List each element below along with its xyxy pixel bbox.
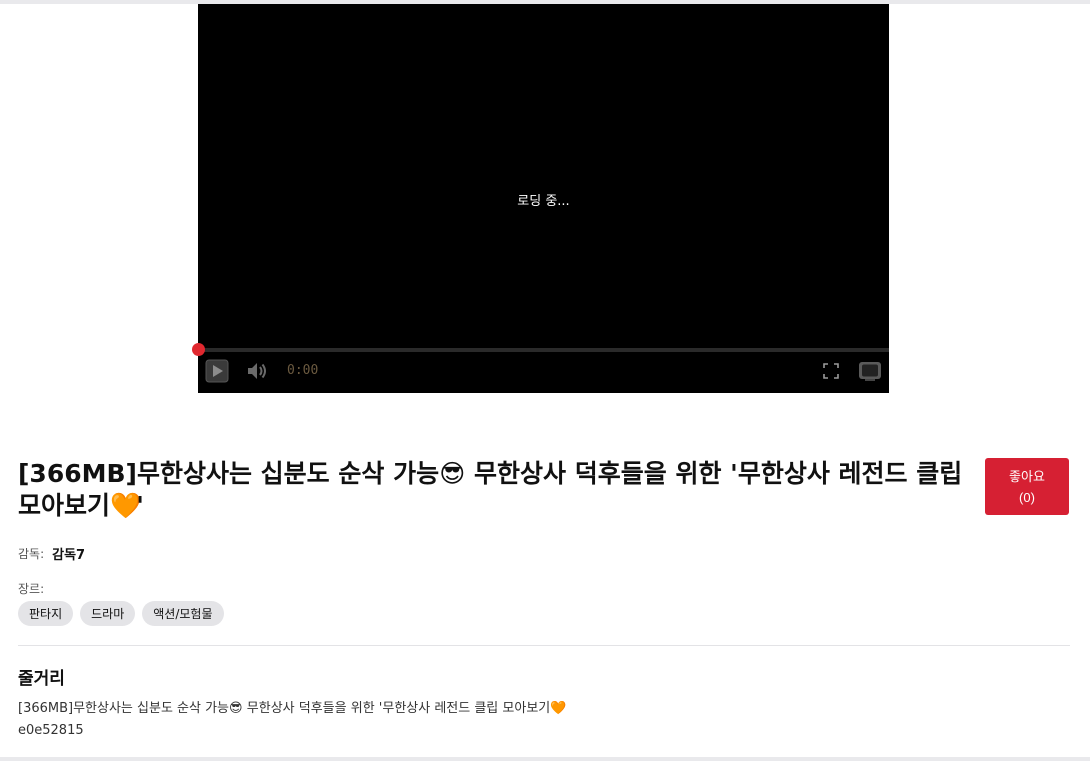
director-label: 감독:	[18, 547, 45, 561]
progress-handle[interactable]	[192, 343, 205, 356]
loading-text: 로딩 중...	[517, 194, 570, 209]
page-card: 로딩 중... 0:00 [366MB]무한상사는 십분도 순삭 가능😎 무한상…	[0, 4, 1090, 757]
genre-chip[interactable]: 판타지	[18, 601, 74, 626]
like-label: 좋아요	[1009, 468, 1045, 484]
genre-label: 장르:	[18, 582, 45, 596]
like-count: (0)	[1019, 489, 1035, 505]
video-player[interactable]: 로딩 중... 0:00	[192, 4, 889, 393]
fullscreen-icon	[820, 360, 842, 382]
synopsis-heading: 줄거리	[18, 669, 65, 689]
fullscreen-button[interactable]	[820, 359, 842, 383]
genre-chip[interactable]: 액션/모험물	[142, 601, 224, 626]
divider	[18, 645, 1070, 646]
play-icon	[205, 359, 229, 383]
like-button[interactable]: 좋아요 (0)	[985, 458, 1069, 515]
sunglasses-emoji: 😎	[439, 459, 466, 488]
play-button[interactable]	[205, 359, 229, 383]
tv-button[interactable]	[858, 359, 882, 383]
director-row: 감독: 감독7	[18, 544, 85, 563]
progress-bar[interactable]	[198, 348, 889, 352]
synopsis-body: [366MB]무한상사는 십분도 순삭 가능😎 무한상사 덕후들을 위한 '무한…	[18, 698, 567, 720]
synopsis-text: [366MB]무한상사는 십분도 순삭 가능😎 무한상사 덕후들을 위한 '무한…	[18, 698, 567, 742]
tv-icon	[858, 359, 882, 383]
synopsis-code: e0e52815	[18, 723, 84, 738]
time-display: 0:00	[287, 363, 319, 378]
genre-chip[interactable]: 드라마	[80, 601, 136, 626]
volume-button[interactable]	[245, 359, 269, 383]
page-title: [366MB]무한상사는 십분도 순삭 가능😎 무한상사 덕후들을 위한 '무한…	[18, 459, 963, 520]
director-name: 감독7	[52, 548, 86, 563]
sunglasses-emoji: 😎	[229, 701, 243, 716]
genre-chips: 판타지 드라마 액션/모험물	[18, 601, 224, 626]
volume-icon	[245, 359, 269, 383]
heart-emoji: 🧡	[550, 701, 567, 716]
heart-emoji: 🧡	[110, 491, 142, 520]
